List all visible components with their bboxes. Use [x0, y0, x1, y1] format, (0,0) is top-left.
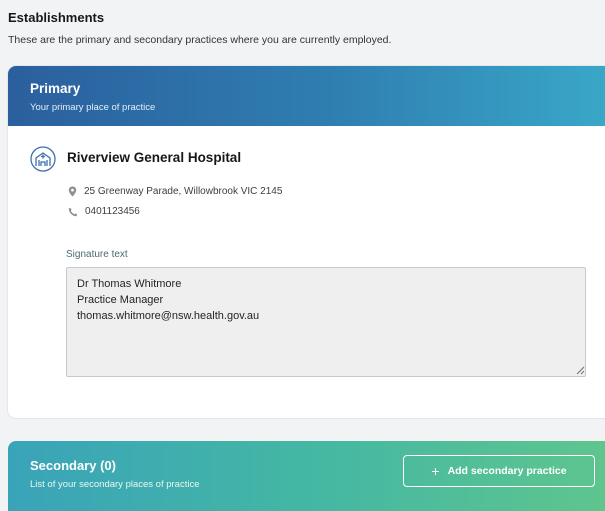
- add-secondary-practice-button[interactable]: + Add secondary practice: [403, 455, 595, 487]
- resize-handle-icon[interactable]: [576, 366, 585, 375]
- plus-icon: +: [431, 463, 440, 479]
- primary-card-header: Primary Your primary place of practice: [8, 66, 605, 126]
- signature-textarea[interactable]: Dr Thomas Whitmore Practice Manager thom…: [66, 267, 586, 377]
- address-text: 25 Greenway Parade, Willowbrook VIC 2145: [84, 186, 283, 197]
- page-subtitle: These are the primary and secondary prac…: [8, 34, 392, 46]
- phone-icon: [68, 207, 78, 216]
- hospital-building-icon: [30, 146, 56, 172]
- primary-card-title: Primary: [30, 81, 81, 96]
- primary-practice-card: Primary Your primary place of practice R…: [8, 66, 605, 418]
- address-row: 25 Greenway Parade, Willowbrook VIC 2145: [68, 186, 282, 197]
- signature-text-label: Signature text: [66, 249, 128, 260]
- phone-text: 0401123456: [85, 206, 140, 217]
- phone-row: 0401123456: [68, 206, 140, 217]
- page-title: Establishments: [8, 10, 105, 25]
- secondary-practice-card: Secondary (0) List of your secondary pla…: [8, 441, 605, 511]
- secondary-card-subtitle: List of your secondary places of practic…: [30, 479, 200, 490]
- location-pin-icon: [68, 186, 77, 197]
- secondary-card-title: Secondary (0): [30, 458, 116, 473]
- add-secondary-practice-label: Add secondary practice: [447, 465, 567, 477]
- primary-card-subtitle: Your primary place of practice: [30, 102, 156, 113]
- establishment-name: Riverview General Hospital: [67, 150, 242, 165]
